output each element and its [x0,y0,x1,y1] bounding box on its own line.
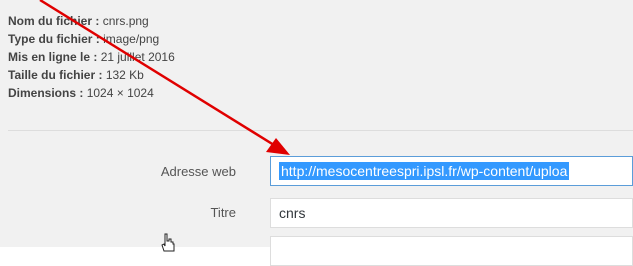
file-name-value: cnrs.png [102,14,149,28]
section-divider [8,130,633,131]
file-size-label: Taille du fichier : [8,68,103,82]
upload-date-label: Mis en ligne le : [8,50,98,64]
upload-date-row: Mis en ligne le : 21 juillet 2016 [8,48,175,66]
file-type-row: Type du fichier : image/png [8,30,175,48]
file-type-label: Type du fichier : [8,32,100,46]
dimensions-value: 1024 × 1024 [86,86,154,100]
file-info: Nom du fichier : cnrs.png Type du fichie… [8,12,175,102]
file-size-value: 132 Kb [105,68,144,82]
upload-date-value: 21 juillet 2016 [100,50,175,64]
title-field[interactable]: cnrs [270,198,633,228]
attachment-details-panel: Nom du fichier : cnrs.png Type du fichie… [0,0,633,266]
dimensions-label: Dimensions : [8,86,84,100]
file-name-label: Nom du fichier : [8,14,100,28]
url-field[interactable]: http://mesocentreespri.ipsl.fr/wp-conten… [270,156,633,186]
title-label: Titre [210,205,236,220]
url-label: Adresse web [160,164,236,179]
alt-text-field[interactable] [270,236,633,266]
url-selected-text: http://mesocentreespri.ipsl.fr/wp-conten… [279,162,570,180]
file-name-row: Nom du fichier : cnrs.png [8,12,175,30]
dimensions-row: Dimensions : 1024 × 1024 [8,84,175,102]
file-type-value: image/png [103,32,160,46]
file-size-row: Taille du fichier : 132 Kb [8,66,175,84]
hand-pointer-icon [161,233,175,252]
